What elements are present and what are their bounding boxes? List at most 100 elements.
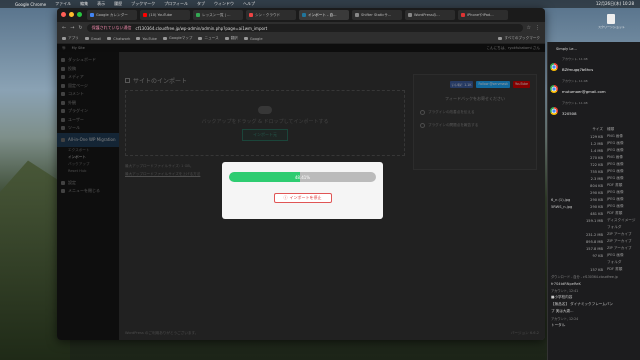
bookmark-translate[interactable]: 翻訳 [224,36,238,41]
file-kind: JPEG 画像 [607,162,624,166]
bookmark-label: Gmail [90,36,102,41]
menu-dots-icon[interactable]: ⋮ [535,25,540,31]
kind-column-header[interactable]: 種類 [607,127,614,132]
zoom-window-button[interactable] [77,12,82,17]
tab-shifter[interactable]: Shifter Staticサ... [352,10,402,20]
reload-icon[interactable]: ↻ [78,25,82,31]
back-arrow-icon[interactable]: ← [62,25,66,31]
bookmark-apps[interactable]: アプリ [62,36,79,41]
menubar-item-history[interactable]: 履歴 [114,1,122,7]
bookmark-all[interactable]: すべてのブックマーク [498,36,540,41]
menubar-item-tab[interactable]: タブ [197,1,205,7]
file-kind: PNG 画像 [607,134,623,138]
file-row[interactable]: 804 KB PDF 書類 [548,182,640,189]
note-line: fr7S4tdRNpeReK [551,281,581,286]
menubar-item-edit[interactable]: 編集 [80,1,88,7]
tab-iphone[interactable]: iPhoneやiPad... [458,10,508,20]
file-row[interactable]: 895.8 MB ZIP アーカイブ [548,238,640,245]
tab-shin-cloud[interactable]: シン・クラウド [246,10,296,20]
file-row[interactable]: フォルダ [548,224,640,231]
file-size: 1.4 MB [590,148,603,153]
tab-import[interactable]: インポート - 自... [299,10,349,20]
file-kind: ZIP アーカイブ [607,232,632,236]
menubar-item-bookmarks[interactable]: ブックマーク [131,1,155,7]
bookmark-maps[interactable]: Googleマップ [163,36,192,41]
email-item[interactable]: アカウント, 11:48 320508 [548,100,640,122]
email-meta: アカウント, 11:48 [562,101,588,105]
file-row[interactable]: 481 KB PDF 書類 [548,210,640,217]
file-kind: JPEG 画像 [607,176,624,180]
file-row[interactable]: 755 KB JPEG 画像 [548,168,640,175]
bookmark-news[interactable]: ニュース [198,36,219,41]
file-kind: ZIP アーカイブ [607,246,632,250]
file-size: 1.2 MB [590,141,603,146]
desktop-file[interactable]: スクリーンショット [598,14,625,29]
file-size: 290 KB [590,204,603,209]
file-row[interactable]: 159.1 MB ディスクイメージ [548,217,640,224]
file-size: 270 KB [590,155,603,160]
email-item[interactable]: アカウント, 11:48 mutumoer@gmail.com [548,78,640,100]
email-item[interactable]: アカウント, 11:48 BZfmugq7b6hcs [548,56,640,78]
wordpress-favicon-icon [302,13,306,17]
file-kind: ZIP アーカイブ [607,239,632,243]
youtube-favicon-icon [143,13,147,17]
file-kind: JPEG 画像 [607,169,624,173]
bookmark-google[interactable]: Google [243,36,263,41]
file-row[interactable]: 5RWS_n.jpg 290 KB JPEG 画像 [548,203,640,210]
bookmark-gmail[interactable]: Gmail [84,36,102,41]
tab-lessons[interactable]: レッスン一覧 | ... [193,10,243,20]
file-row[interactable]: 1.4 MB JPEG 画像 [548,147,640,154]
menubar-app-name[interactable]: Google Chrome [15,2,46,7]
file-row[interactable]: 129 KB PNG 画像 [548,133,640,140]
file-row[interactable]: 290 KB JPEG 画像 [548,189,640,196]
menubar-item-file[interactable]: ファイル [55,1,71,7]
tab-calendar[interactable]: Google カレンダー [87,10,137,20]
tab-wordpress[interactable]: WordPressの... [405,10,455,20]
bookmark-label: Googleマップ [169,36,193,40]
tab-label: Shifter Staticサ... [361,12,392,17]
minimize-window-button[interactable] [69,12,74,17]
file-kind: JPEG 画像 [607,204,624,208]
email-meta: アカウント, 11:48 [562,57,588,61]
folder-icon [136,37,141,40]
file-row[interactable]: 2.3 MB JPEG 画像 [548,175,640,182]
desktop-file-label: スクリーンショット [598,25,625,29]
bookmark-label: Google [249,36,263,41]
file-kind: JPEG 画像 [607,197,624,201]
folder-icon [243,37,248,40]
bookmark-chatwork[interactable]: Chatwork [107,37,130,41]
file-row[interactable]: 157 KB PDF 書類 [548,266,640,273]
panel-title: Simply Le... [556,47,577,51]
tab-label: (10) YouTube [149,13,173,17]
note-line: ダウンロード - 自分 - cf130364.cloudfree.jp [551,275,618,279]
close-window-button[interactable] [61,12,66,17]
size-column-header[interactable]: サイズ [583,127,603,132]
bookmark-youtube[interactable]: YouTube [136,37,157,41]
file-row[interactable]: 6_n (1).jpg 290 KB JPEG 画像 [548,196,640,203]
file-kind: PNG 画像 [607,155,623,159]
stop-import-button[interactable]: ⓘ インポートを停止 [273,193,332,203]
menubar-item-profile[interactable]: プロフィール [164,1,188,7]
url-field[interactable]: 保護されていない通信 cf130364.cloudfree.jp/wp-admi… [86,24,523,32]
file-size: 895.8 MB [586,239,603,244]
tab-youtube[interactable]: (10) YouTube [140,10,190,20]
file-row[interactable]: 1.2 MB JPEG 画像 [548,140,640,147]
file-table-header: サイズ 種類 [548,126,640,133]
note-line: アカウント, 12:41 [551,289,579,293]
file-row[interactable]: 722 KB JPEG 画像 [548,161,640,168]
chrome-icon [550,85,558,93]
menubar-item-help[interactable]: ヘルプ [243,1,255,7]
forward-arrow-icon[interactable]: → [70,25,74,31]
insecure-warning[interactable]: 保護されていない通信 [92,25,132,31]
star-icon[interactable]: ☆ [527,25,531,31]
file-size: 804 KB [590,183,603,188]
file-row[interactable]: 270 KB PNG 画像 [548,154,640,161]
file-row[interactable]: 231.2 MB ZIP アーカイブ [548,231,640,238]
menubar-item-view[interactable]: 表示 [97,1,105,7]
file-row[interactable]: 97 KB JPEG 画像 [548,252,640,259]
menubar-item-window[interactable]: ウィンドウ [214,1,234,7]
folder-icon [163,37,168,40]
file-row[interactable]: 157.8 MB ZIP アーカイブ [548,245,640,252]
file-row[interactable]: フォルダ [548,259,640,266]
tab-label: インポート - 自... [308,12,337,17]
